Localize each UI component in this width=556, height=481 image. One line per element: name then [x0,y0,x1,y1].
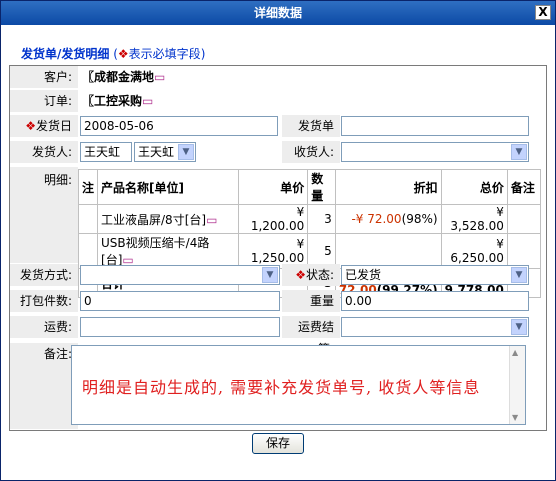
quantity: 3 [307,204,336,234]
col-header: 单价 [237,169,309,205]
folder-icon[interactable]: ▭ [154,70,165,84]
product-name[interactable]: 工业液晶屏/8寸[台]▭ [97,204,239,234]
row-note [506,204,542,234]
freight-settle-label: 运费结算: [282,316,340,356]
folder-icon[interactable]: ▭ [142,94,153,108]
scroll-down-icon[interactable]: ▼ [512,413,518,422]
receiver-select[interactable]: ▼ [341,142,529,162]
ship-date-label: ❖发货日期: [10,115,78,155]
chevron-down-icon[interactable]: ▼ [511,144,527,160]
shipper-label: 发货人: [10,141,78,163]
unit-price: ¥ 1,200.00 [237,204,309,234]
shipper-select[interactable]: 王天虹 ▼ [134,142,196,162]
required-mark-icon: ❖ [295,268,306,282]
order-label: 订单: [10,90,78,112]
product-name[interactable]: USB视频压缩卡/4路[台]▭ [97,233,239,269]
ship-no-input[interactable] [341,116,529,136]
status-select[interactable]: 已发货 ▼ [341,265,529,285]
shipper-input[interactable]: 王天虹 [80,142,132,162]
total-price: ¥ 6,250.00 [440,233,508,269]
remark-label: 备注: [10,343,78,429]
discount: -¥ 72.00(98%) [334,204,442,234]
status-label: ❖状态: [282,264,340,286]
detail-dialog: 详细数据 X 发货单/发货明细 (❖表示必填字段) 客户: 〖成都金满地▭ 订单… [0,0,556,481]
ship-date-input[interactable]: 2008-05-06 [80,116,278,136]
freight-settle-select[interactable]: ▼ [341,317,529,337]
customer-value[interactable]: 〖成都金满地▭ [82,66,165,88]
detail-label: 明细: [10,167,78,263]
table-header-row: 注 产品名称[单位] 单价 数量 折扣 总价 备注 [77,169,542,205]
form-heading: 发货单/发货明细 (❖表示必填字段) [21,47,206,61]
close-button[interactable]: X [535,5,551,20]
col-header: 总价 [440,169,508,205]
freight-input[interactable] [80,317,280,337]
window-title: 详细数据 [253,6,302,20]
heading-title: 发货单/发货明细 [21,47,110,61]
table-row: 工业液晶屏/8寸[台]▭ ¥ 1,200.00 3 -¥ 72.00(98%) … [77,204,542,234]
pack-count-input[interactable]: 0 [80,291,280,311]
total-price: ¥ 3,528.00 [440,204,508,234]
remark-text: 明细是自动生成的, 需要补充发货单号, 收货人等信息 [82,378,481,397]
col-header: 产品名称[单位] [97,169,239,205]
col-header: 注 [77,169,99,205]
ship-method-select[interactable]: ▼ [80,265,280,285]
ship-method-label: 发货方式: [10,264,78,286]
col-header: 折扣 [334,169,442,205]
ship-no-label: 发货单号: [282,115,340,155]
row-note [506,233,542,269]
discount [334,233,442,269]
save-button[interactable]: 保存 [252,433,304,454]
receiver-label: 收货人: [282,141,340,163]
folder-icon[interactable]: ▭ [206,213,217,227]
chevron-down-icon[interactable]: ▼ [178,144,194,160]
required-mark-icon: ❖ [117,47,129,61]
remark-textarea[interactable]: 明细是自动生成的, 需要补充发货单号, 收货人等信息 ▲ ▼ [71,345,526,425]
pack-count-label: 打包件数: [10,290,78,312]
weight-input[interactable]: 0.00 [341,291,529,311]
scroll-up-icon[interactable]: ▲ [512,348,518,357]
chevron-down-icon[interactable]: ▼ [262,267,278,283]
col-header: 数量 [307,169,336,205]
customer-label: 客户: [10,66,78,88]
freight-label: 运费: [10,316,78,338]
vertical-scrollbar[interactable]: ▲ ▼ [509,346,525,424]
chevron-down-icon[interactable]: ▼ [511,267,527,283]
col-header: 备注 [506,169,542,205]
required-mark-icon: ❖ [25,119,36,133]
chevron-down-icon[interactable]: ▼ [511,319,527,335]
weight-label: 重量(Kg): [282,290,340,330]
title-bar: 详细数据 X [1,1,555,25]
order-value[interactable]: 〖工控采购▭ [82,90,153,112]
